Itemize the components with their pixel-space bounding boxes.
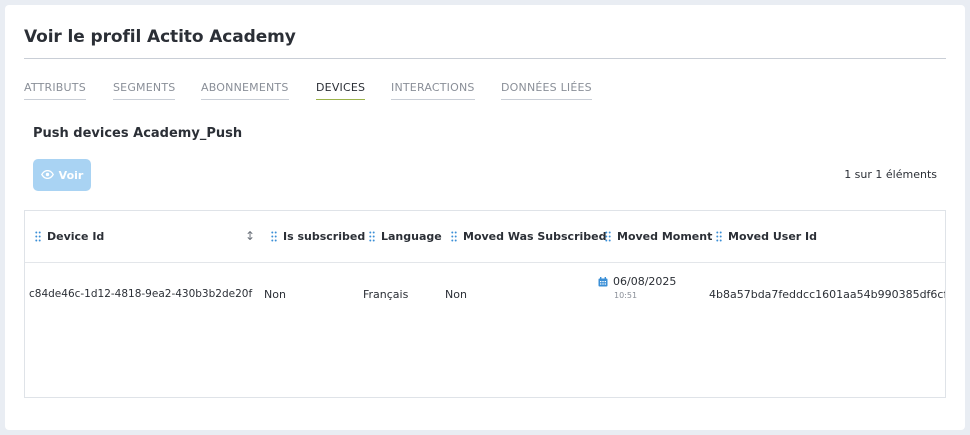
column-header-moved-was-subscribed[interactable]: Moved Was Subscribed — [451, 230, 606, 243]
tab-donnees-liees[interactable]: DONNÉES LIÉES — [501, 81, 592, 100]
section-title: Push devices Academy_Push — [33, 126, 243, 141]
cell-moved-was-subscribed: Non — [445, 288, 467, 301]
drag-handle-icon[interactable] — [369, 231, 375, 242]
column-header-moved-user-id[interactable]: Moved User Id — [716, 230, 817, 243]
column-label: Moved User Id — [728, 230, 817, 243]
table-header: Device Id ↕ Is subscribed Language Moved… — [25, 211, 945, 263]
column-label: Is subscribed — [283, 230, 366, 243]
eye-icon — [40, 169, 54, 182]
devices-table: Device Id ↕ Is subscribed Language Moved… — [24, 210, 946, 398]
page-title: Voir le profil Actito Academy — [24, 27, 296, 47]
moved-moment-date: 06/08/2025 — [613, 275, 677, 288]
voir-button[interactable]: Voir — [33, 159, 91, 191]
tab-devices[interactable]: DEVICES — [316, 81, 366, 100]
drag-handle-icon[interactable] — [716, 231, 722, 242]
column-header-is-subscribed[interactable]: Is subscribed — [271, 230, 365, 243]
tab-attributs[interactable]: ATTRIBUTS — [24, 81, 86, 100]
column-label: Moved Was Subscribed — [463, 230, 607, 243]
cell-device-id: c84de46c-1d12-4818-9ea2-430b3b2de20f — [29, 288, 253, 300]
tab-abonnements[interactable]: ABONNEMENTS — [201, 81, 289, 100]
column-header-language[interactable]: Language — [369, 230, 442, 243]
element-count: 1 sur 1 éléments — [844, 168, 937, 181]
title-divider — [24, 58, 946, 59]
cell-language: Français — [363, 288, 409, 301]
cell-moved-moment: 06/08/2025 10:51 — [598, 275, 676, 300]
profile-panel: Voir le profil Actito Academy ATTRIBUTS … — [5, 5, 965, 430]
drag-handle-icon[interactable] — [271, 231, 277, 242]
tab-segments[interactable]: SEGMENTS — [113, 81, 176, 100]
drag-handle-icon[interactable] — [35, 231, 41, 242]
column-label: Moved Moment — [617, 230, 713, 243]
column-header-device-id[interactable]: Device Id — [35, 230, 104, 243]
sort-icon[interactable]: ↕ — [245, 229, 255, 243]
tab-interactions[interactable]: INTERACTIONS — [391, 81, 475, 100]
column-label: Device Id — [47, 230, 105, 243]
column-label: Language — [381, 230, 442, 243]
calendar-icon — [598, 276, 608, 286]
drag-handle-icon[interactable] — [451, 231, 457, 242]
cell-is-subscribed: Non — [264, 288, 286, 301]
cell-moved-user-id: 4b8a57bda7feddcc1601aa54b990385df6cf1 — [709, 288, 946, 301]
column-header-moved-moment[interactable]: Moved Moment — [605, 230, 712, 243]
moved-moment-time: 10:51 — [614, 291, 638, 300]
drag-handle-icon[interactable] — [605, 231, 611, 242]
voir-button-label: Voir — [58, 168, 84, 182]
